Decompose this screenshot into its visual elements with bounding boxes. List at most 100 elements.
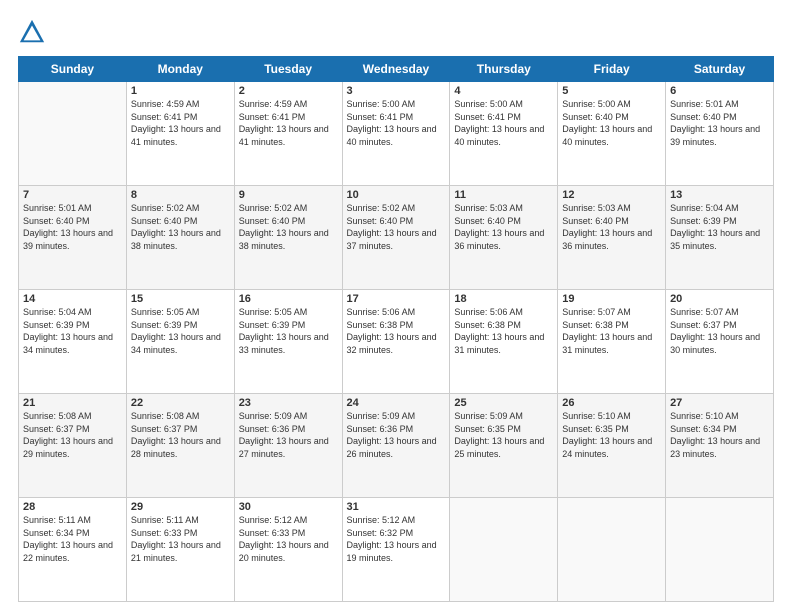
calendar-week-row-1: 1Sunrise: 4:59 AMSunset: 6:41 PMDaylight… [19, 82, 774, 186]
calendar-header-row: SundayMondayTuesdayWednesdayThursdayFrid… [19, 57, 774, 82]
calendar-cell [666, 498, 774, 602]
calendar-cell: 23Sunrise: 5:09 AMSunset: 6:36 PMDayligh… [234, 394, 342, 498]
calendar-cell: 2Sunrise: 4:59 AMSunset: 6:41 PMDaylight… [234, 82, 342, 186]
day-info: Sunrise: 5:06 AMSunset: 6:38 PMDaylight:… [347, 306, 446, 356]
calendar-cell: 27Sunrise: 5:10 AMSunset: 6:34 PMDayligh… [666, 394, 774, 498]
calendar-cell: 24Sunrise: 5:09 AMSunset: 6:36 PMDayligh… [342, 394, 450, 498]
calendar-cell: 5Sunrise: 5:00 AMSunset: 6:40 PMDaylight… [558, 82, 666, 186]
day-info: Sunrise: 5:02 AMSunset: 6:40 PMDaylight:… [347, 202, 446, 252]
calendar-cell: 31Sunrise: 5:12 AMSunset: 6:32 PMDayligh… [342, 498, 450, 602]
day-info: Sunrise: 5:03 AMSunset: 6:40 PMDaylight:… [562, 202, 661, 252]
day-info: Sunrise: 5:07 AMSunset: 6:38 PMDaylight:… [562, 306, 661, 356]
day-number: 28 [23, 501, 122, 513]
calendar-cell: 21Sunrise: 5:08 AMSunset: 6:37 PMDayligh… [19, 394, 127, 498]
day-info: Sunrise: 5:02 AMSunset: 6:40 PMDaylight:… [131, 202, 230, 252]
day-number: 31 [347, 501, 446, 513]
page: SundayMondayTuesdayWednesdayThursdayFrid… [0, 0, 792, 612]
day-number: 11 [454, 189, 553, 201]
day-info: Sunrise: 5:09 AMSunset: 6:36 PMDaylight:… [239, 410, 338, 460]
day-info: Sunrise: 5:09 AMSunset: 6:35 PMDaylight:… [454, 410, 553, 460]
day-number: 24 [347, 397, 446, 409]
calendar-cell [450, 498, 558, 602]
logo-icon [18, 18, 46, 46]
calendar-week-row-4: 21Sunrise: 5:08 AMSunset: 6:37 PMDayligh… [19, 394, 774, 498]
calendar-header-monday: Monday [126, 57, 234, 82]
day-info: Sunrise: 5:11 AMSunset: 6:33 PMDaylight:… [131, 514, 230, 564]
day-info: Sunrise: 5:10 AMSunset: 6:35 PMDaylight:… [562, 410, 661, 460]
day-info: Sunrise: 5:05 AMSunset: 6:39 PMDaylight:… [131, 306, 230, 356]
day-info: Sunrise: 5:00 AMSunset: 6:41 PMDaylight:… [347, 98, 446, 148]
header [18, 18, 774, 46]
day-info: Sunrise: 4:59 AMSunset: 6:41 PMDaylight:… [131, 98, 230, 148]
day-info: Sunrise: 5:08 AMSunset: 6:37 PMDaylight:… [23, 410, 122, 460]
day-number: 27 [670, 397, 769, 409]
day-number: 20 [670, 293, 769, 305]
day-info: Sunrise: 5:06 AMSunset: 6:38 PMDaylight:… [454, 306, 553, 356]
day-number: 14 [23, 293, 122, 305]
day-info: Sunrise: 4:59 AMSunset: 6:41 PMDaylight:… [239, 98, 338, 148]
day-number: 8 [131, 189, 230, 201]
day-info: Sunrise: 5:10 AMSunset: 6:34 PMDaylight:… [670, 410, 769, 460]
day-info: Sunrise: 5:02 AMSunset: 6:40 PMDaylight:… [239, 202, 338, 252]
calendar-cell: 25Sunrise: 5:09 AMSunset: 6:35 PMDayligh… [450, 394, 558, 498]
calendar-cell: 28Sunrise: 5:11 AMSunset: 6:34 PMDayligh… [19, 498, 127, 602]
day-info: Sunrise: 5:00 AMSunset: 6:41 PMDaylight:… [454, 98, 553, 148]
calendar-week-row-3: 14Sunrise: 5:04 AMSunset: 6:39 PMDayligh… [19, 290, 774, 394]
day-number: 19 [562, 293, 661, 305]
day-number: 1 [131, 85, 230, 97]
calendar-cell: 22Sunrise: 5:08 AMSunset: 6:37 PMDayligh… [126, 394, 234, 498]
calendar-cell: 20Sunrise: 5:07 AMSunset: 6:37 PMDayligh… [666, 290, 774, 394]
calendar-cell [558, 498, 666, 602]
day-number: 5 [562, 85, 661, 97]
day-number: 9 [239, 189, 338, 201]
day-info: Sunrise: 5:05 AMSunset: 6:39 PMDaylight:… [239, 306, 338, 356]
calendar-cell: 4Sunrise: 5:00 AMSunset: 6:41 PMDaylight… [450, 82, 558, 186]
calendar-cell: 29Sunrise: 5:11 AMSunset: 6:33 PMDayligh… [126, 498, 234, 602]
calendar-cell: 12Sunrise: 5:03 AMSunset: 6:40 PMDayligh… [558, 186, 666, 290]
day-number: 30 [239, 501, 338, 513]
calendar-cell: 11Sunrise: 5:03 AMSunset: 6:40 PMDayligh… [450, 186, 558, 290]
day-info: Sunrise: 5:12 AMSunset: 6:33 PMDaylight:… [239, 514, 338, 564]
calendar-cell: 18Sunrise: 5:06 AMSunset: 6:38 PMDayligh… [450, 290, 558, 394]
calendar-cell: 6Sunrise: 5:01 AMSunset: 6:40 PMDaylight… [666, 82, 774, 186]
calendar-header-friday: Friday [558, 57, 666, 82]
day-info: Sunrise: 5:01 AMSunset: 6:40 PMDaylight:… [670, 98, 769, 148]
calendar-cell: 19Sunrise: 5:07 AMSunset: 6:38 PMDayligh… [558, 290, 666, 394]
calendar-header-saturday: Saturday [666, 57, 774, 82]
day-number: 3 [347, 85, 446, 97]
calendar-cell: 3Sunrise: 5:00 AMSunset: 6:41 PMDaylight… [342, 82, 450, 186]
day-number: 26 [562, 397, 661, 409]
day-info: Sunrise: 5:12 AMSunset: 6:32 PMDaylight:… [347, 514, 446, 564]
day-info: Sunrise: 5:07 AMSunset: 6:37 PMDaylight:… [670, 306, 769, 356]
calendar-cell: 17Sunrise: 5:06 AMSunset: 6:38 PMDayligh… [342, 290, 450, 394]
day-number: 7 [23, 189, 122, 201]
calendar-header-tuesday: Tuesday [234, 57, 342, 82]
calendar-cell: 8Sunrise: 5:02 AMSunset: 6:40 PMDaylight… [126, 186, 234, 290]
day-number: 4 [454, 85, 553, 97]
calendar-cell: 16Sunrise: 5:05 AMSunset: 6:39 PMDayligh… [234, 290, 342, 394]
day-info: Sunrise: 5:00 AMSunset: 6:40 PMDaylight:… [562, 98, 661, 148]
calendar-cell: 30Sunrise: 5:12 AMSunset: 6:33 PMDayligh… [234, 498, 342, 602]
day-number: 2 [239, 85, 338, 97]
day-info: Sunrise: 5:01 AMSunset: 6:40 PMDaylight:… [23, 202, 122, 252]
day-number: 12 [562, 189, 661, 201]
calendar-header-wednesday: Wednesday [342, 57, 450, 82]
day-number: 21 [23, 397, 122, 409]
day-number: 18 [454, 293, 553, 305]
day-info: Sunrise: 5:04 AMSunset: 6:39 PMDaylight:… [23, 306, 122, 356]
day-number: 17 [347, 293, 446, 305]
calendar-cell: 14Sunrise: 5:04 AMSunset: 6:39 PMDayligh… [19, 290, 127, 394]
day-info: Sunrise: 5:11 AMSunset: 6:34 PMDaylight:… [23, 514, 122, 564]
calendar-cell [19, 82, 127, 186]
day-number: 13 [670, 189, 769, 201]
day-number: 6 [670, 85, 769, 97]
day-info: Sunrise: 5:09 AMSunset: 6:36 PMDaylight:… [347, 410, 446, 460]
calendar-cell: 13Sunrise: 5:04 AMSunset: 6:39 PMDayligh… [666, 186, 774, 290]
calendar-header-thursday: Thursday [450, 57, 558, 82]
day-info: Sunrise: 5:03 AMSunset: 6:40 PMDaylight:… [454, 202, 553, 252]
calendar-week-row-5: 28Sunrise: 5:11 AMSunset: 6:34 PMDayligh… [19, 498, 774, 602]
day-number: 16 [239, 293, 338, 305]
calendar-cell: 26Sunrise: 5:10 AMSunset: 6:35 PMDayligh… [558, 394, 666, 498]
day-number: 29 [131, 501, 230, 513]
logo [18, 18, 50, 46]
